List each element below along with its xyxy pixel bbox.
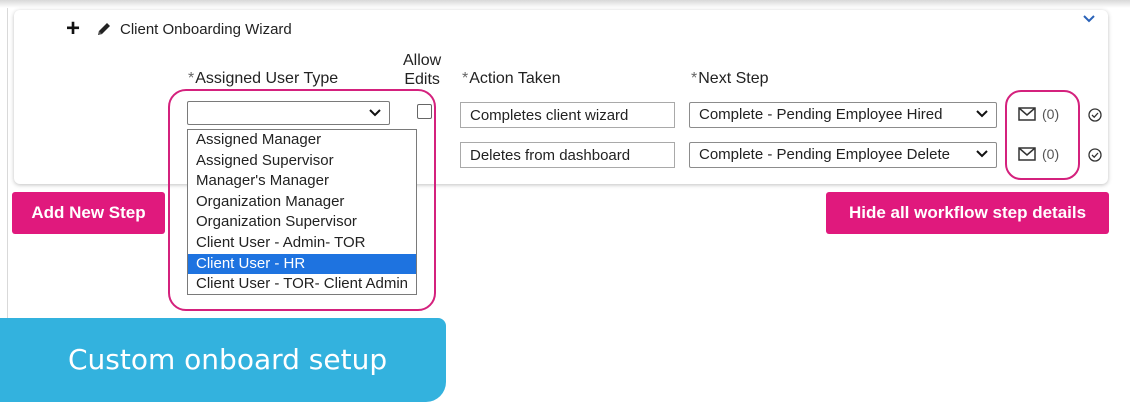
top-shadow <box>0 0 1130 8</box>
add-new-step-button[interactable]: Add New Step <box>12 192 165 234</box>
plus-icon[interactable]: + <box>66 17 86 41</box>
highlight-ring-assigned-user-type <box>168 89 436 311</box>
wizard-header: + Client Onboarding Wizard <box>66 17 292 41</box>
allow-edits-header: Allow Edits <box>403 52 442 88</box>
pencil-icon[interactable] <box>96 21 112 37</box>
next-step-select[interactable]: Complete - Pending Employee Hired <box>689 102 997 128</box>
action-taken-input[interactable]: Completes client wizard <box>460 102 675 128</box>
left-divider <box>7 8 8 318</box>
action-taken-input[interactable]: Deletes from dashboard <box>460 142 675 168</box>
hide-workflow-details-button[interactable]: Hide all workflow step details <box>826 192 1109 234</box>
next-step-select[interactable]: Complete - Pending Employee Delete <box>689 142 997 168</box>
check-circle-icon[interactable] <box>1088 148 1102 162</box>
chevron-down-icon[interactable] <box>1082 14 1096 24</box>
chevron-down-icon <box>976 110 988 118</box>
assigned-user-type-header: *Assigned User Type <box>188 70 339 87</box>
next-step-header: *Next Step <box>691 70 769 87</box>
action-taken-header: *Action Taken <box>462 70 561 87</box>
wizard-title: Client Onboarding Wizard <box>120 20 292 38</box>
chevron-down-icon <box>976 150 988 158</box>
check-circle-icon[interactable] <box>1088 108 1102 122</box>
highlight-ring-notifications <box>1005 90 1080 180</box>
callout-banner: Custom onboard setup <box>0 318 446 402</box>
